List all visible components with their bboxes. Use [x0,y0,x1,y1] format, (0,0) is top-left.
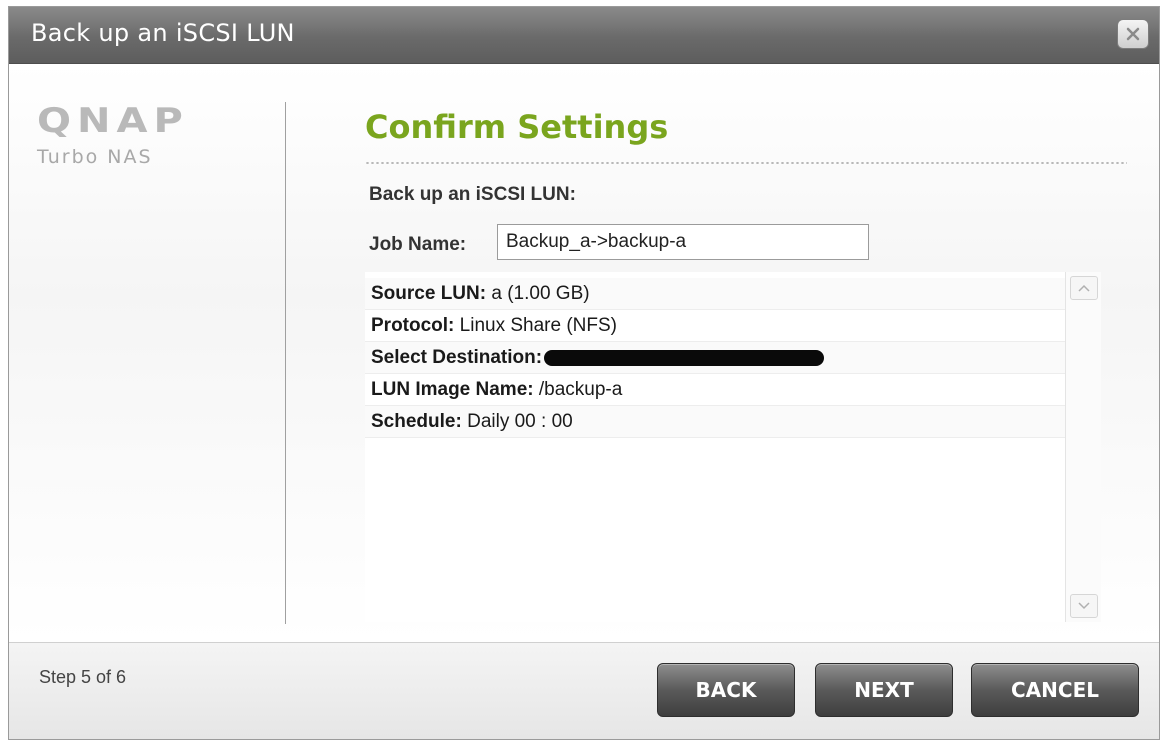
chevron-up-icon [1078,284,1090,292]
summary-value: Daily 00 : 00 [467,411,573,432]
summary-row-source-lun: Source LUN: a (1.00 GB) [365,278,1065,310]
summary-scrollbar[interactable] [1065,272,1101,622]
section-subheading: Back up an iSCSI LUN: [369,184,576,205]
summary-label: Protocol: [371,315,455,336]
summary-label: Schedule: [371,411,462,432]
chevron-down-icon [1078,602,1090,610]
dotted-separator [365,162,1127,164]
close-button[interactable] [1117,19,1149,49]
summary-row-schedule: Schedule: Daily 00 : 00 [365,406,1065,438]
job-name-input[interactable] [497,224,869,260]
settings-summary: Source LUN: a (1.00 GB) Protocol: Linux … [365,272,1101,622]
summary-label: LUN Image Name: [371,379,534,400]
job-name-label: Job Name: [369,234,467,255]
summary-row-destination: Select Destination: [365,342,1065,374]
close-icon [1126,27,1140,41]
step-indicator: Step 5 of 6 [39,667,127,687]
summary-row-lun-image-name: LUN Image Name: /backup-a [365,374,1065,406]
logo-brand: QNAP [37,101,189,141]
page-heading: Confirm Settings [365,108,669,146]
scroll-down-button[interactable] [1070,594,1098,618]
summary-row-protocol: Protocol: Linux Share (NFS) [365,310,1065,342]
summary-label: Source LUN: [371,283,487,304]
qnap-logo: QNAP Turbo NAS [37,104,257,168]
summary-label: Select Destination: [371,347,543,368]
cancel-button[interactable]: CANCEL [971,663,1139,717]
backup-dialog: Back up an iSCSI LUN QNAP Turbo NAS Conf… [8,6,1160,740]
logo-subtitle: Turbo NAS [37,146,153,168]
dialog-content: QNAP Turbo NAS Confirm Settings Back up … [9,64,1159,642]
summary-rows: Source LUN: a (1.00 GB) Protocol: Linux … [365,278,1065,438]
title-bar: Back up an iSCSI LUN [9,7,1159,64]
summary-value: Linux Share (NFS) [459,315,618,336]
scroll-up-button[interactable] [1070,276,1098,300]
redaction-mark [544,349,825,366]
dialog-title: Back up an iSCSI LUN [31,19,295,47]
next-button[interactable]: NEXT [815,663,953,717]
vertical-divider [285,102,286,624]
summary-value: /backup-a [538,379,623,400]
summary-value: a (1.00 GB) [491,283,590,304]
back-button[interactable]: BACK [657,663,795,717]
dialog-footer: Step 5 of 6 BACK NEXT CANCEL [9,642,1159,739]
